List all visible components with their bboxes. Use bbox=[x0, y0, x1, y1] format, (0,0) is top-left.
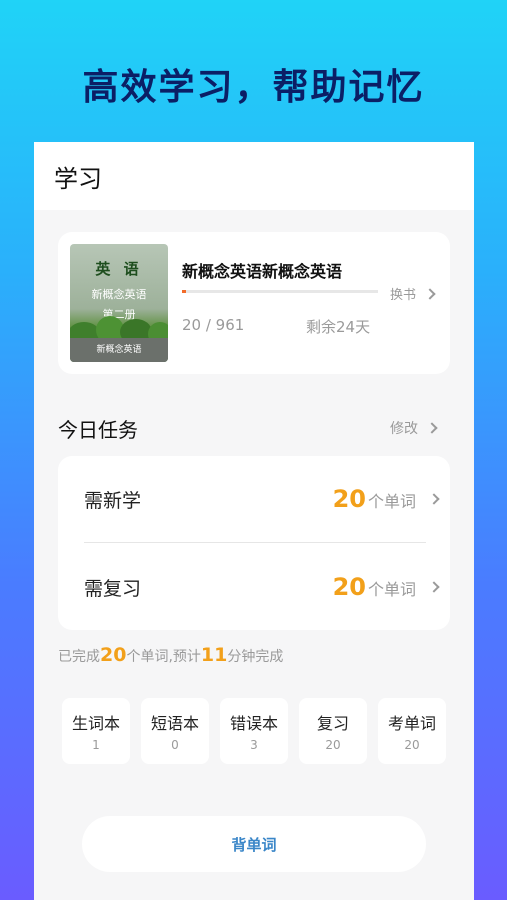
edit-tasks-button[interactable]: 修改 bbox=[390, 418, 438, 438]
summary-done-count: 20 bbox=[100, 644, 127, 666]
chevron-right-icon bbox=[428, 493, 440, 505]
today-tasks-title: 今日任务 bbox=[58, 418, 138, 442]
task-unit-new: 个单词 bbox=[367, 492, 416, 511]
tool-phrases[interactable]: 短语本 0 bbox=[141, 698, 209, 764]
tool-new-words[interactable]: 生词本 1 bbox=[62, 698, 130, 764]
task-label-review: 需复习 bbox=[84, 577, 142, 600]
change-book-button[interactable]: 换书 bbox=[390, 284, 436, 303]
tool-label: 复习 bbox=[316, 714, 349, 733]
book-progress-fill bbox=[182, 290, 187, 293]
tool-review[interactable]: 复习 20 bbox=[299, 698, 367, 764]
summary-prefix: 已完成 bbox=[58, 649, 100, 665]
tool-label: 生词本 bbox=[71, 714, 120, 733]
tool-test-words[interactable]: 考单词 20 bbox=[378, 698, 446, 764]
change-book-label: 换书 bbox=[390, 288, 417, 303]
task-label-new: 需新学 bbox=[84, 489, 142, 512]
memorize-words-button[interactable]: 背单词 bbox=[82, 816, 426, 872]
task-count-review: 20 bbox=[332, 573, 366, 601]
tool-label: 短语本 bbox=[150, 714, 199, 733]
summary-middle: 个单词,预计 bbox=[126, 649, 201, 665]
chevron-right-icon bbox=[428, 581, 440, 593]
edit-tasks-label: 修改 bbox=[390, 421, 418, 437]
page-title: 学习 bbox=[54, 164, 102, 193]
tool-count: 20 bbox=[404, 738, 420, 752]
book-name: 新概念英语新概念英语 bbox=[182, 262, 343, 281]
completion-summary: 已完成 20 个单词,预计 11 分钟完成 bbox=[58, 644, 283, 666]
page-header: 学习 bbox=[34, 142, 474, 210]
tool-grid: 生词本 1 短语本 0 错误本 3 复习 20 考单词 20 bbox=[62, 698, 446, 764]
book-card[interactable]: 英 语 新概念英语 第二册 新概念英语 新概念英语新概念英语 20 / 961 … bbox=[58, 232, 450, 374]
book-cover[interactable]: 英 语 新概念英语 第二册 新概念英语 bbox=[70, 244, 168, 362]
task-unit-review: 个单词 bbox=[367, 580, 416, 599]
today-tasks-card: 需新学 20 个单词 需复习 20 个单词 bbox=[58, 456, 450, 630]
summary-suffix: 分钟完成 bbox=[227, 649, 284, 665]
book-progress-bar bbox=[182, 290, 378, 293]
cover-subtitle: 新概念英语 bbox=[91, 288, 147, 301]
tool-mistakes[interactable]: 错误本 3 bbox=[220, 698, 288, 764]
task-value-new: 20 个单词 bbox=[332, 485, 440, 513]
tool-count: 1 bbox=[92, 738, 100, 752]
tool-count: 3 bbox=[250, 738, 258, 752]
task-row-new[interactable]: 需新学 20 个单词 bbox=[58, 456, 450, 542]
cover-title: 英 语 bbox=[95, 260, 143, 278]
phone-screen: 学习 英 语 新概念英语 第二册 新概念英语 新概念英语新概念英语 20 / 9… bbox=[34, 142, 474, 900]
task-row-review[interactable]: 需复习 20 个单词 bbox=[58, 544, 450, 630]
summary-minutes: 11 bbox=[200, 644, 228, 666]
hero-title: 高效学习，帮助记忆 bbox=[82, 67, 425, 108]
cover-footer: 新概念英语 bbox=[70, 338, 168, 362]
tool-count: 0 bbox=[171, 738, 179, 752]
tool-label: 错误本 bbox=[229, 714, 278, 733]
task-value-review: 20 个单词 bbox=[332, 573, 440, 601]
book-progress-count: 20 / 961 bbox=[182, 316, 245, 334]
chevron-right-icon bbox=[426, 422, 438, 434]
task-divider bbox=[84, 542, 426, 543]
task-count-new: 20 bbox=[332, 485, 366, 513]
book-remaining-days: 剩余24天 bbox=[306, 318, 371, 336]
tool-count: 20 bbox=[325, 738, 341, 752]
tool-label: 考单词 bbox=[387, 714, 436, 733]
chevron-right-icon bbox=[424, 287, 436, 300]
